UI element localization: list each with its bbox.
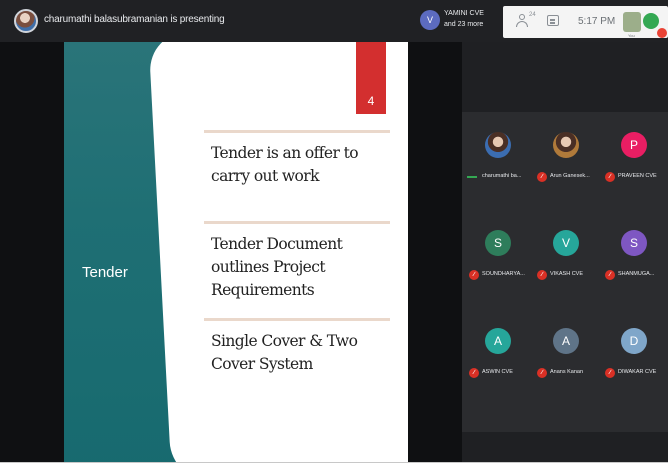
muted-mic-icon: ∕ (605, 270, 615, 280)
participant-avatar: P (621, 132, 647, 158)
participant-name: Anans Kanan (550, 369, 584, 375)
participant-name: charumathi ba... (482, 173, 522, 179)
top-bar: charumathi balasubramanian is presenting… (0, 0, 668, 42)
speaking-indicator-icon (467, 176, 477, 178)
participant-name: DIWAKAR CVE (618, 369, 657, 375)
participant-avatar: A (553, 328, 579, 354)
participant-tile[interactable]: D ∕ DIWAKAR CVE (600, 320, 668, 412)
muted-mic-icon: ∕ (537, 270, 547, 280)
participant-tile[interactable]: ∕ Arun Ganesek... (532, 124, 600, 216)
participant-tile[interactable]: A ∕ ASWIN CVE (464, 320, 532, 412)
slide-bullet: Single Cover & Two Cover System (211, 332, 358, 373)
participant-tile[interactable]: V ∕ VIKASH CVE (532, 222, 600, 314)
muted-mic-icon: ∕ (605, 368, 615, 378)
muted-mic-icon: ∕ (469, 368, 479, 378)
self-view-thumbnail[interactable] (623, 12, 641, 32)
presenter-avatar (14, 9, 38, 33)
slide-number: 4 (367, 94, 375, 108)
participant-avatar (485, 132, 511, 158)
participant-gallery: charumathi ba... ∕ Arun Ganesek... P ∕ PRAVEE… (462, 42, 668, 472)
meeting-time: 5:17 PM (578, 16, 616, 27)
participant-name: VIKASH CVE (550, 271, 584, 277)
bullet-divider (204, 318, 390, 321)
participant-avatar: V (553, 230, 579, 256)
bullet-divider (204, 221, 390, 224)
presenting-status: charumathi balasubramanian is presenting (44, 14, 225, 25)
participant-avatar (553, 132, 579, 158)
participant-avatar: S (621, 230, 647, 256)
participant-name: Arun Ganesek... (550, 173, 590, 179)
participant-avatar: A (485, 328, 511, 354)
muted-mic-icon: ∕ (469, 270, 479, 280)
participant-grid: charumathi ba... ∕ Arun Ganesek... P ∕ PRAVEE… (462, 112, 668, 432)
participant-tile[interactable]: S ∕ SOUNDHARYA... (464, 222, 532, 314)
status-indicator-icon (643, 13, 659, 29)
participant-tile[interactable]: P ∕ PRAVEEN CVE (600, 124, 668, 216)
presentation-area: Tender 4 Tender is an offer to carry out… (0, 42, 462, 472)
notification-dot-icon (657, 28, 667, 38)
participant-avatar: D (621, 328, 647, 354)
muted-mic-icon: ∕ (537, 172, 547, 182)
muted-mic-icon: ∕ (537, 368, 547, 378)
participant-tile[interactable]: S ∕ SHANMUGA... (600, 222, 668, 314)
participants-chip[interactable]: V YAMINI CVE and 23 more (420, 9, 490, 34)
participant-tile[interactable]: A ∕ Anans Kanan (532, 320, 600, 412)
participant-name: ASWIN CVE (482, 369, 513, 375)
people-count: 24 (529, 12, 536, 18)
participant-chip-more: and 23 more (444, 21, 484, 28)
slide-panel-title: Tender (82, 264, 128, 281)
muted-mic-icon: ∕ (605, 172, 615, 182)
slide-bullet: Tender is an offer to carry out work (211, 144, 359, 185)
people-icon[interactable] (515, 14, 529, 28)
participant-avatar: S (485, 230, 511, 256)
self-view-label: You (628, 33, 635, 38)
participant-name: PRAVEEN CVE (618, 173, 657, 179)
participant-chip-name: YAMINI CVE (444, 10, 484, 17)
chat-icon[interactable] (547, 15, 559, 26)
participant-name: SHANMUGA... (618, 271, 655, 277)
slide-number-badge: 4 (356, 42, 386, 114)
meeting-tray: 24 5:17 PM You (503, 6, 668, 38)
participant-tile[interactable]: charumathi ba... (464, 124, 532, 216)
participant-name: SOUNDHARYA... (482, 271, 525, 277)
bottom-edge (0, 462, 668, 472)
bullet-divider (204, 130, 390, 133)
slide: Tender 4 Tender is an offer to carry out… (64, 42, 408, 472)
slide-bullet: Tender Document outlines Project Require… (211, 235, 343, 299)
participant-avatar: V (420, 10, 440, 30)
